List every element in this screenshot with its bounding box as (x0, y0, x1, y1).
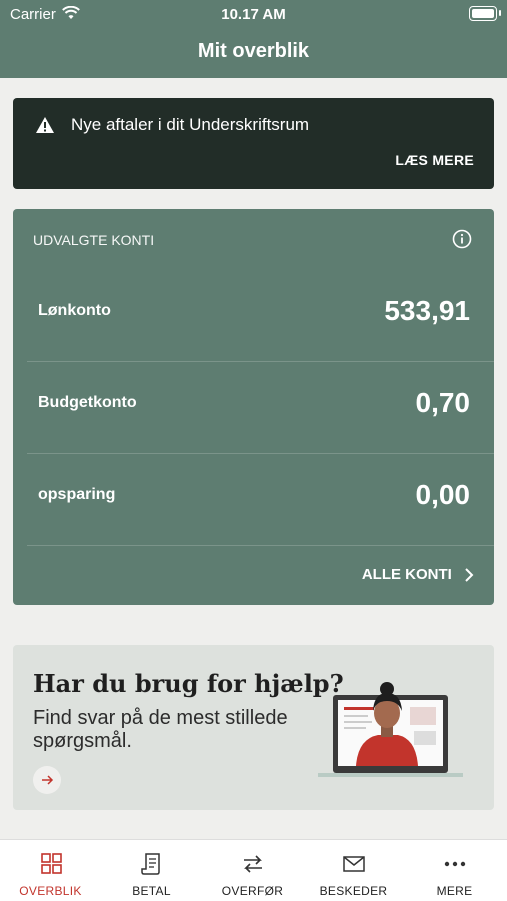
accounts-header: UDVALGTE KONTI (13, 209, 494, 269)
accounts-title: UDVALGTE KONTI (33, 232, 155, 248)
grid-icon (41, 853, 62, 874)
tab-label: BESKEDER (319, 884, 388, 898)
help-subtitle: Find svar på de mest stillede spørgsmål. (33, 707, 288, 752)
tab-label: OVERFØR (221, 884, 284, 898)
mail-icon (343, 856, 365, 872)
battery-icon (469, 6, 497, 21)
warning-icon (36, 117, 54, 133)
transfer-icon (244, 855, 262, 873)
account-balance: 0,70 (415, 387, 471, 418)
tab-beskeder[interactable]: BESKEDER (303, 840, 404, 901)
account-row-opsparing[interactable]: opsparing 0,00 (27, 453, 494, 546)
all-accounts-label: ALLE KONTI (361, 566, 452, 583)
tab-label: OVERBLIK (19, 884, 82, 898)
account-name: opsparing (38, 486, 116, 503)
tab-mere[interactable]: MERE (404, 840, 505, 901)
more-icon (444, 861, 466, 867)
account-name: Budgetkonto (38, 394, 137, 411)
account-row-lonkonto[interactable]: Lønkonto 533,91 (27, 269, 494, 362)
bottom-tab-bar: OVERBLIK BETAL OVERFØR BESKEDER MERE (0, 839, 507, 901)
arrow-right-icon[interactable] (33, 766, 61, 794)
account-row-budgetkonto[interactable]: Budgetkonto 0,70 (27, 361, 494, 454)
tab-overfor[interactable]: OVERFØR (202, 840, 303, 901)
battery-tip (499, 10, 501, 16)
info-icon[interactable] (452, 229, 472, 249)
account-name: Lønkonto (38, 302, 111, 319)
tab-label: MERE (436, 884, 473, 898)
signature-room-alert[interactable]: Nye aftaler i dit Underskriftsrum LÆS ME… (13, 98, 494, 189)
clock: 10.17 AM (221, 6, 286, 23)
selected-accounts-card: UDVALGTE KONTI Lønkonto 533,91 Budgetkon… (13, 209, 494, 605)
help-title: Har du brug for hjælp? (33, 669, 344, 698)
account-balance: 533,91 (384, 295, 470, 326)
tab-betal[interactable]: BETAL (101, 840, 202, 901)
chevron-right-icon (465, 568, 474, 582)
account-balance: 0,00 (415, 479, 471, 510)
tab-overblik[interactable]: OVERBLIK (0, 840, 101, 901)
bill-icon (141, 853, 160, 875)
tab-label: BETAL (132, 884, 171, 898)
top-bar: Carrier 10.17 AM Mit overblik (0, 0, 507, 78)
status-bar: Carrier 10.17 AM (0, 0, 507, 28)
support-agent-illustration (318, 682, 463, 777)
help-banner[interactable]: Har du brug for hjælp? Find svar på de m… (13, 645, 494, 810)
read-more-button[interactable]: LÆS MERE (395, 152, 474, 168)
page-title: Mit overblik (197, 40, 310, 62)
alert-message: Nye aftaler i dit Underskriftsrum (71, 115, 310, 134)
all-accounts-link[interactable]: ALLE KONTI (362, 566, 474, 583)
